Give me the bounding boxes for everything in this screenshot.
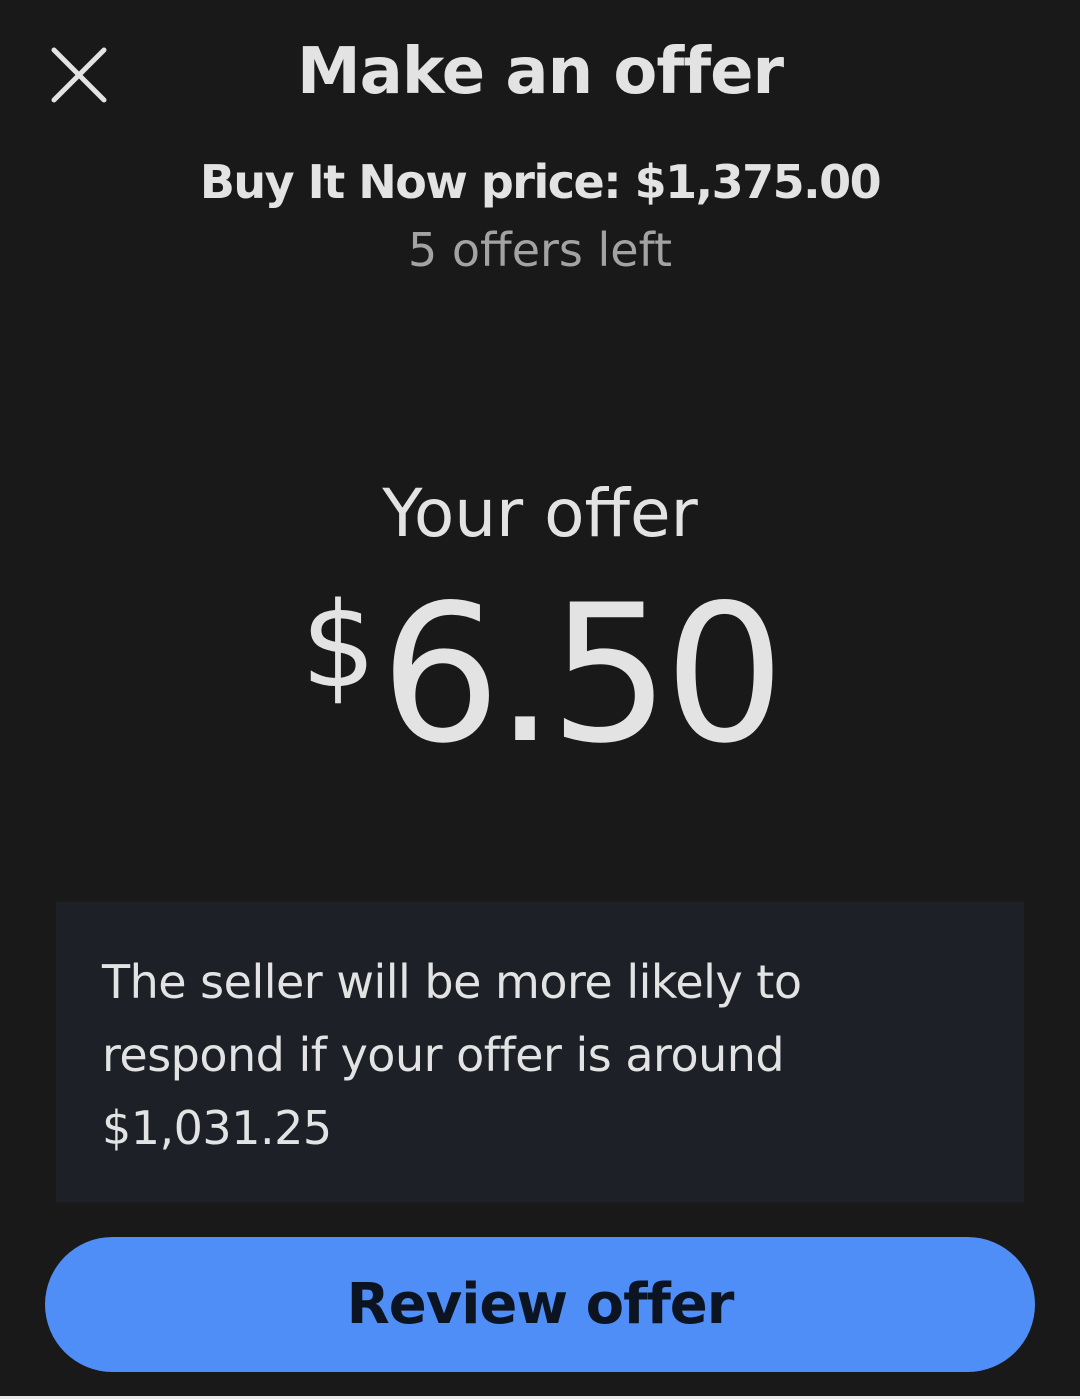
currency-symbol: $ (300, 576, 377, 714)
offer-suggestion-text: The seller will be more likely to respon… (102, 955, 802, 1155)
buy-it-now-price: Buy It Now price: $1,375.00 (199, 155, 882, 209)
offers-left-count: 5 offers left (407, 223, 673, 277)
offer-amount-input[interactable]: $ 6.50 (0, 575, 1080, 775)
page-title: Make an offer (296, 35, 784, 109)
offer-amount-value: 6.50 (380, 564, 785, 785)
review-offer-button[interactable]: Review offer (45, 1237, 1035, 1372)
offer-suggestion-box: The seller will be more likely to respon… (56, 902, 1024, 1202)
your-offer-label: Your offer (382, 475, 698, 552)
